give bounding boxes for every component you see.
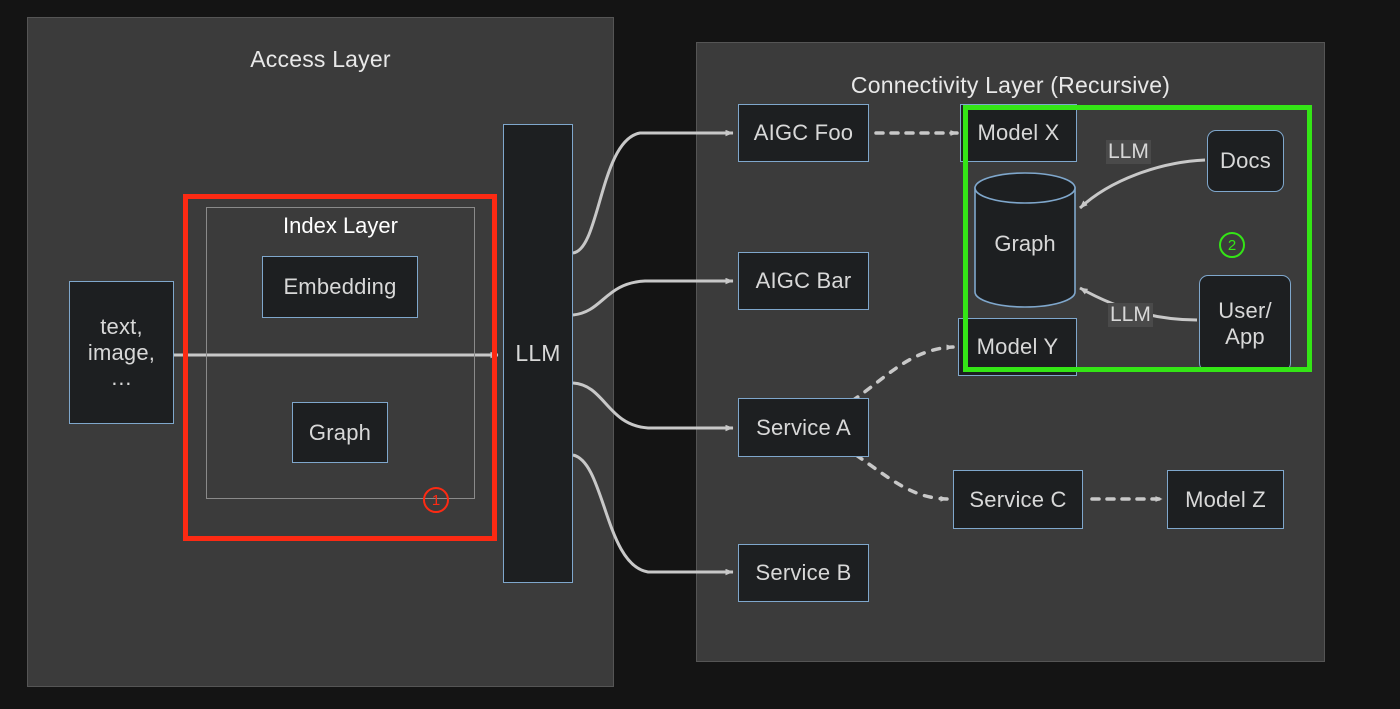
access-layer-title: Access Layer	[250, 46, 391, 72]
model-z-node[interactable]: Model Z	[1167, 470, 1284, 529]
aigc-bar-node[interactable]: AIGC Bar	[738, 252, 869, 310]
connectivity-layer-title: Connectivity Layer (Recursive)	[850, 72, 1171, 98]
aigc-foo-label: AIGC Foo	[753, 120, 854, 146]
input-node[interactable]: text, image, …	[69, 281, 174, 424]
annotation-badge-2-label: 2	[1227, 236, 1237, 254]
annotation-badge-2: 2	[1219, 232, 1245, 258]
llm-label: LLM	[515, 339, 561, 366]
recursive-highlight	[963, 105, 1312, 372]
llm-node[interactable]: LLM	[503, 124, 573, 583]
annotation-badge-1-label: 1	[431, 491, 441, 509]
service-b-label: Service B	[755, 560, 852, 586]
service-a-label: Service A	[756, 414, 851, 440]
diagram-canvas: Access Layer Connectivity Layer (Recursi…	[0, 0, 1400, 709]
index-layer-highlight	[183, 194, 497, 541]
aigc-foo-node[interactable]: AIGC Foo	[738, 104, 869, 162]
service-a-node[interactable]: Service A	[738, 398, 869, 457]
service-b-node[interactable]: Service B	[738, 544, 869, 602]
input-node-label: text, image, …	[87, 313, 156, 391]
service-c-label: Service C	[969, 486, 1067, 512]
aigc-bar-label: AIGC Bar	[755, 268, 852, 294]
model-z-label: Model Z	[1185, 486, 1266, 512]
annotation-badge-1: 1	[423, 487, 449, 513]
service-c-node[interactable]: Service C	[953, 470, 1083, 529]
